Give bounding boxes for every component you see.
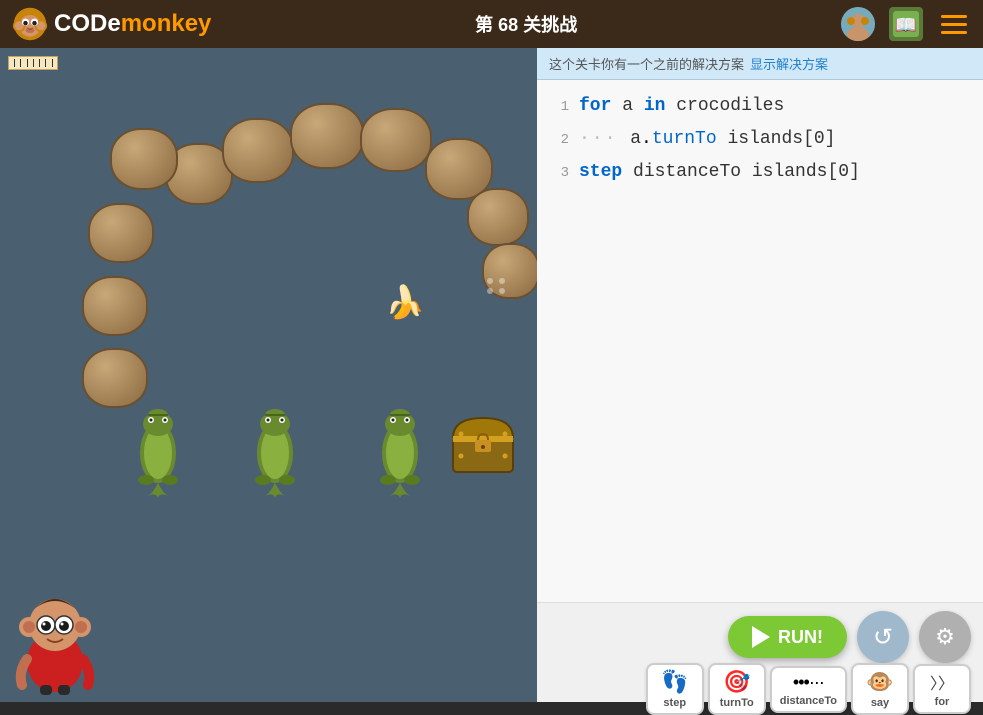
logo-monkey-icon xyxy=(12,6,48,42)
crocodile-2 xyxy=(235,398,315,503)
stone xyxy=(222,118,294,183)
stone xyxy=(88,203,154,263)
line-num-2: 2 xyxy=(545,124,569,156)
cmd-say-button[interactable]: 🐵 say xyxy=(851,663,909,715)
reset-icon: ↺ xyxy=(873,623,893,652)
cmd-for-button[interactable]: 〉〉 for xyxy=(913,664,971,714)
main: 🍌 xyxy=(0,48,983,702)
for-icon: 〉〉 xyxy=(930,670,954,694)
code-line-3: 3 step distanceTo islands[0] xyxy=(537,156,983,189)
code-bottom: RUN! ↺ ⚙ 👣 step 🎯 turnTo xyxy=(537,602,983,702)
step-label: step xyxy=(663,697,686,709)
stone xyxy=(110,128,178,190)
treasure-chest xyxy=(447,406,519,490)
run-controls: RUN! ↺ ⚙ xyxy=(549,611,971,663)
distanceto-icon: •••··· xyxy=(793,672,824,693)
logo-code: CODe xyxy=(54,10,121,37)
code-line-1: 1 for a in crocodiles xyxy=(537,90,983,123)
show-solution-link[interactable]: 显示解决方案 xyxy=(750,54,828,73)
code-content-2: ··· a.turnTo islands[0] xyxy=(579,123,975,155)
avatar-icon[interactable] xyxy=(841,7,875,41)
crocodile-3 xyxy=(360,398,440,503)
ruler xyxy=(8,56,58,70)
page-title: 第 68 关挑战 xyxy=(475,11,577,37)
crocodile-1 xyxy=(118,398,198,503)
turnto-label: turnTo xyxy=(720,697,754,709)
line-num-1: 1 xyxy=(545,91,569,123)
logo-text-area: CODemonkey xyxy=(54,10,211,38)
turnto-icon: 🎯 xyxy=(723,669,750,695)
code-content-3: step distanceTo islands[0] xyxy=(579,156,975,188)
for-label: for xyxy=(935,696,950,708)
play-icon xyxy=(752,626,770,648)
banana-icon: 🍌 xyxy=(385,283,425,321)
cmd-step-button[interactable]: 👣 step xyxy=(646,663,704,715)
settings-icon: ⚙ xyxy=(935,624,955,650)
run-button[interactable]: RUN! xyxy=(728,616,847,658)
logo-area: CODemonkey xyxy=(12,6,211,42)
code-editor[interactable]: 1 for a in crocodiles 2 ··· a.turnTo isl… xyxy=(537,80,983,602)
code-line-2: 2 ··· a.turnTo islands[0] xyxy=(537,123,983,156)
prev-solution-banner: 这个关卡你有一个之前的解决方案 显示解决方案 xyxy=(537,48,983,80)
map-icon[interactable]: 📖 xyxy=(889,7,923,41)
dot-cluster xyxy=(487,278,507,294)
menu-icon[interactable] xyxy=(937,11,971,38)
reset-button[interactable]: ↺ xyxy=(857,611,909,663)
settings-button[interactable]: ⚙ xyxy=(919,611,971,663)
header: CODemonkey 第 68 关挑战 📖 xyxy=(0,0,983,48)
step-icon: 👣 xyxy=(661,669,688,695)
header-right: 📖 xyxy=(841,7,971,41)
cmd-distanceto-button[interactable]: •••··· distanceTo xyxy=(770,666,847,713)
cmd-turnto-button[interactable]: 🎯 turnTo xyxy=(708,663,766,715)
say-icon: 🐵 xyxy=(866,669,893,695)
stone xyxy=(467,188,529,246)
stone xyxy=(82,276,148,336)
code-content-1: for a in crocodiles xyxy=(579,90,975,122)
game-area: 🍌 xyxy=(0,48,537,702)
stone xyxy=(290,103,364,169)
monkey-character xyxy=(10,577,100,697)
svg-text:📖: 📖 xyxy=(895,15,917,35)
stone xyxy=(360,108,432,172)
line-num-3: 3 xyxy=(545,157,569,189)
run-label: RUN! xyxy=(778,627,823,648)
command-palette: 👣 step 🎯 turnTo •••··· distanceTo 🐵 say xyxy=(549,663,971,715)
code-area: 这个关卡你有一个之前的解决方案 显示解决方案 1 for a in crocod… xyxy=(537,48,983,702)
say-label: say xyxy=(871,697,889,709)
banner-text: 这个关卡你有一个之前的解决方案 xyxy=(549,54,744,73)
distanceto-label: distanceTo xyxy=(780,695,837,707)
logo-monkey-text: monkey xyxy=(121,10,212,37)
